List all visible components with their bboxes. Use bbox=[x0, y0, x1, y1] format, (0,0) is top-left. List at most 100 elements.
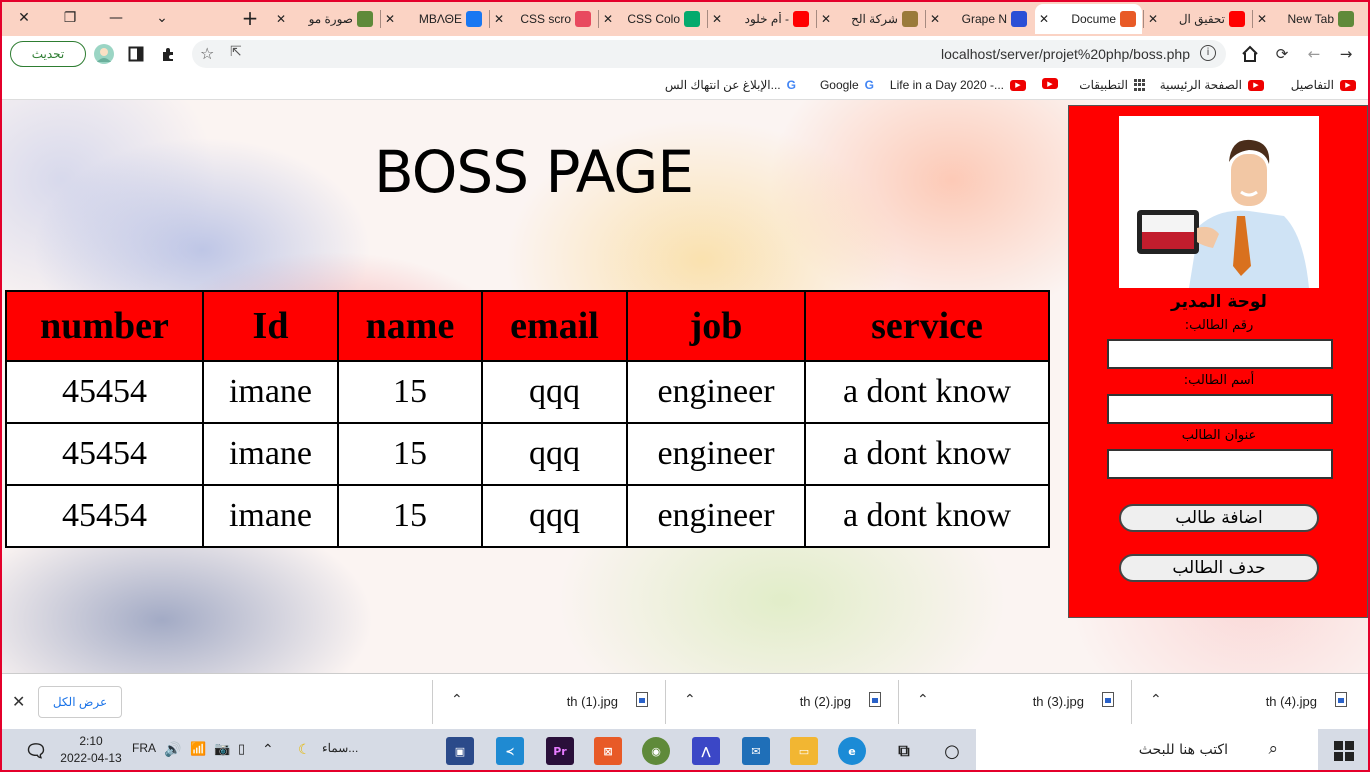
tab-close-icon[interactable]: ✕ bbox=[1035, 12, 1053, 26]
download-item[interactable]: ⌃ th (2).jpg bbox=[665, 680, 897, 724]
vscode-icon[interactable]: ≺ bbox=[496, 737, 524, 765]
visual-studio-icon[interactable]: ⋀ bbox=[692, 737, 720, 765]
tab-8[interactable]: ✕ MΒΛΘΕ bbox=[381, 4, 488, 34]
student-number-input[interactable] bbox=[1107, 339, 1333, 369]
wifi-icon[interactable]: 📶 bbox=[190, 741, 206, 757]
bookmark-item[interactable]: Life in a Day 2020 -... ▶ bbox=[890, 78, 1026, 92]
student-address-label: عنوان الطالب bbox=[1181, 428, 1257, 443]
xampp-icon[interactable]: ⊠ bbox=[594, 737, 622, 765]
bookmark-label: التطبيقات bbox=[1079, 78, 1128, 92]
premiere-icon[interactable]: Pr bbox=[546, 737, 574, 765]
tab-2[interactable]: ✕ Docume bbox=[1035, 4, 1142, 34]
site-info-icon[interactable]: i bbox=[1200, 45, 1216, 61]
taskbar-search[interactable]: ⌕ اكتب هنا للبحث bbox=[976, 729, 1318, 772]
tab-close-icon[interactable]: ✕ bbox=[817, 12, 835, 26]
w3schools-icon bbox=[684, 11, 700, 27]
cell-id: imane bbox=[202, 360, 339, 424]
student-name-input[interactable] bbox=[1107, 394, 1333, 424]
weather-moon-icon[interactable]: ☾ bbox=[298, 741, 311, 758]
task-view-icon[interactable]: ⧉ bbox=[890, 737, 918, 765]
meet-icon[interactable]: 📷 bbox=[214, 741, 230, 757]
tab-close-icon[interactable]: ✕ bbox=[1144, 12, 1162, 26]
battery-icon[interactable]: ▯ bbox=[238, 741, 245, 757]
tab-close-icon[interactable]: ✕ bbox=[272, 12, 290, 26]
notifications-icon[interactable]: 🗨 bbox=[22, 737, 50, 765]
student-address-input[interactable] bbox=[1107, 449, 1333, 479]
bookmark-star-icon[interactable]: ☆ bbox=[200, 44, 214, 63]
tab-6[interactable]: ✕ CSS Colo bbox=[599, 4, 706, 34]
tab-close-icon[interactable]: ✕ bbox=[381, 12, 399, 26]
tab-7[interactable]: ✕ CSS scro bbox=[490, 4, 597, 34]
bookmark-item[interactable]: التطبيقات bbox=[1079, 78, 1146, 92]
tab-0[interactable]: ✕ New Tab bbox=[1253, 4, 1360, 34]
xampp-icon bbox=[1120, 11, 1136, 27]
share-icon[interactable]: ⇱ bbox=[230, 44, 242, 60]
tab-9[interactable]: ✕ صورة مو bbox=[272, 4, 379, 34]
update-label: تحديث bbox=[31, 47, 65, 61]
mail-icon[interactable]: ✉ bbox=[742, 737, 770, 765]
tray-chevron-up-icon[interactable]: ⌃ bbox=[262, 741, 274, 758]
tab-1[interactable]: ✕ تحقيق ال bbox=[1144, 4, 1251, 34]
weather-label[interactable]: سماء... bbox=[322, 741, 358, 755]
update-chip[interactable]: تحديث bbox=[10, 41, 86, 67]
chevron-up-icon[interactable]: ⌃ bbox=[917, 692, 929, 708]
delete-student-button[interactable]: حدف الطالب bbox=[1119, 554, 1319, 582]
show-all-button[interactable]: عرض الكل bbox=[38, 686, 122, 718]
tab-3[interactable]: ✕ Grape N bbox=[926, 4, 1033, 34]
chevron-up-icon[interactable]: ⌃ bbox=[451, 692, 463, 708]
grape-icon bbox=[1011, 11, 1027, 27]
download-item[interactable]: ⌃ th (3).jpg bbox=[898, 680, 1130, 724]
virtualbox-icon[interactable]: ▣ bbox=[446, 737, 474, 765]
close-downloads-icon[interactable]: ✕ bbox=[12, 692, 25, 711]
tab-close-icon[interactable]: ✕ bbox=[1253, 12, 1271, 26]
image-file-icon bbox=[869, 692, 881, 707]
language-indicator[interactable]: FRA bbox=[132, 741, 156, 755]
profile-avatar-icon[interactable] bbox=[92, 42, 116, 66]
bookmark-item[interactable]: الصفحة الرئيسية ▶ bbox=[1160, 78, 1264, 92]
bookmark-item[interactable]: الإبلاغ عن انتهاك الس... G bbox=[665, 78, 796, 92]
add-student-button[interactable]: اضافة طالب bbox=[1119, 504, 1319, 532]
start-windows-icon[interactable] bbox=[1334, 741, 1354, 761]
chevron-up-icon[interactable]: ⌃ bbox=[684, 692, 696, 708]
new-tab-button[interactable]: + bbox=[236, 4, 264, 32]
volume-icon[interactable]: 🔊 bbox=[164, 741, 181, 758]
tab-close-icon[interactable]: ✕ bbox=[926, 12, 944, 26]
restore-window-icon[interactable]: ❐ bbox=[50, 4, 90, 32]
cell-name: 15 bbox=[337, 422, 483, 486]
sidebar-toggle-icon[interactable] bbox=[124, 42, 148, 66]
address-bar[interactable]: ☆ ⇱ localhost/server/projet%20php/boss.p… bbox=[192, 40, 1226, 68]
tab-5[interactable]: ✕ أم خلود - bbox=[708, 4, 815, 34]
close-window-icon[interactable]: ✕ bbox=[4, 4, 44, 32]
reload-icon[interactable]: ⟳ bbox=[1270, 42, 1294, 66]
minimize-window-icon[interactable]: — bbox=[96, 4, 136, 32]
bookmark-item[interactable]: Google G bbox=[820, 78, 874, 92]
apps-icon bbox=[1134, 79, 1146, 91]
table-header-row: number Id name email job service bbox=[5, 290, 1050, 362]
header-number: number bbox=[5, 290, 204, 362]
tab-separator bbox=[598, 10, 599, 28]
download-filename: th (3).jpg bbox=[1032, 694, 1084, 709]
tab-close-icon[interactable]: ✕ bbox=[708, 12, 726, 26]
tab-search-chevron-icon[interactable]: ⌄ bbox=[142, 4, 182, 32]
tab-close-icon[interactable]: ✕ bbox=[490, 12, 508, 26]
tab-close-icon[interactable]: ✕ bbox=[599, 12, 617, 26]
clock[interactable]: 2:10 2022-04-13 bbox=[56, 733, 126, 767]
clock-date: 2022-04-13 bbox=[60, 751, 122, 765]
cortana-icon[interactable]: ○ bbox=[938, 737, 966, 765]
bookmark-item[interactable]: ▶ bbox=[1042, 78, 1058, 89]
bookmark-item[interactable]: التفاصيل ▶ bbox=[1291, 78, 1356, 92]
bookmark-label: الصفحة الرئيسية bbox=[1159, 78, 1242, 92]
download-item[interactable]: ⌃ th (1).jpg bbox=[432, 680, 664, 724]
home-icon[interactable] bbox=[1238, 42, 1262, 66]
tab-4[interactable]: ✕ شركة الح bbox=[817, 4, 924, 34]
chevron-up-icon[interactable]: ⌃ bbox=[1150, 692, 1162, 708]
youtube-icon: ▶ bbox=[1248, 79, 1264, 91]
edge-icon[interactable]: e bbox=[838, 737, 866, 765]
forward-arrow-icon[interactable]: → bbox=[1334, 42, 1358, 66]
file-explorer-icon[interactable]: ▭ bbox=[790, 737, 818, 765]
chrome-icon[interactable]: ◉ bbox=[642, 737, 670, 765]
download-item[interactable]: ⌃ th (4).jpg bbox=[1131, 680, 1363, 724]
extensions-icon[interactable] bbox=[156, 42, 180, 66]
back-arrow-icon[interactable]: ← bbox=[1302, 42, 1326, 66]
panel-title: لوحة المدير bbox=[1171, 292, 1267, 312]
